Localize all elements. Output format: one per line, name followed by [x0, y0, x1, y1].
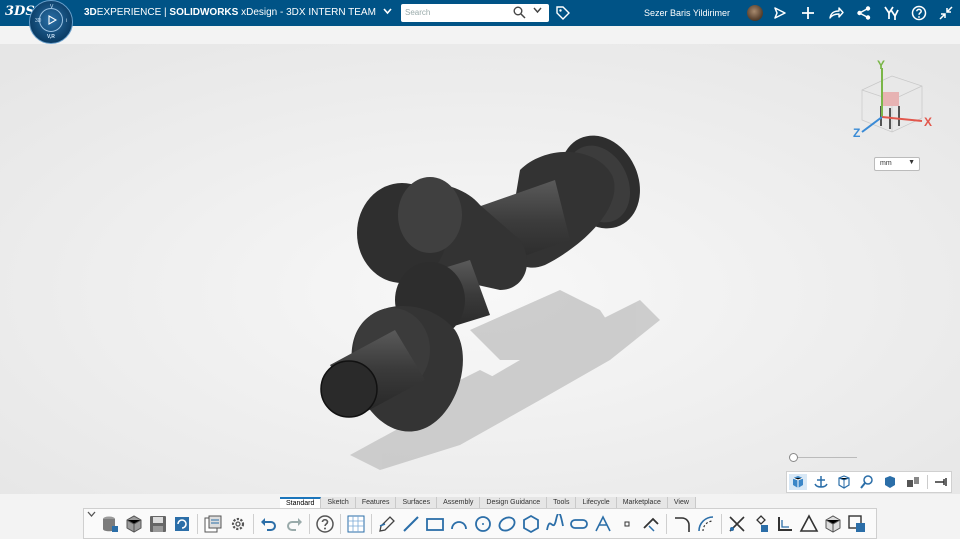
transform-icon[interactable]	[751, 514, 771, 534]
chevron-down-icon[interactable]	[383, 8, 392, 15]
dropdown-triangle-icon: ▼	[908, 159, 915, 166]
front-shaft-face[interactable]	[320, 360, 378, 418]
toolbar-separator	[721, 514, 722, 534]
view-toolbar-separator	[927, 475, 928, 489]
pin-toolbar-icon[interactable]	[932, 474, 950, 490]
text-icon[interactable]	[593, 514, 613, 534]
point-icon[interactable]	[617, 514, 637, 534]
search-box[interactable]	[401, 4, 549, 22]
toolbar-separator	[309, 514, 310, 534]
toolbar-separator	[253, 514, 254, 534]
offset-icon[interactable]	[696, 514, 716, 534]
undo-icon[interactable]	[259, 514, 279, 534]
tab-standard[interactable]: Standard	[280, 497, 322, 508]
brand-product: SOLIDWORKS	[169, 7, 239, 18]
solid-body-icon[interactable]	[823, 514, 843, 534]
zoom-to-fit-icon[interactable]	[858, 474, 876, 490]
spline-icon[interactable]	[545, 514, 565, 534]
properties-icon[interactable]	[203, 514, 223, 534]
help-circle-icon[interactable]	[315, 514, 335, 534]
tab-surfaces[interactable]: Surfaces	[396, 497, 438, 508]
toolbar-separator	[666, 514, 667, 534]
view-toolbar	[786, 471, 952, 493]
line-icon[interactable]	[401, 514, 421, 534]
avatar[interactable]	[747, 5, 763, 21]
tab-marketplace[interactable]: Marketplace	[616, 497, 668, 508]
tab-sketch[interactable]: Sketch	[321, 497, 356, 508]
brand-platform: xDesign - 3DX INTERN TEAM	[238, 7, 376, 18]
save-icon[interactable]	[148, 514, 168, 534]
render-mode-icon[interactable]	[881, 474, 899, 490]
ellipse-icon[interactable]	[497, 514, 517, 534]
tab-view[interactable]: View	[667, 497, 696, 508]
compass-widget[interactable]: V 3D i V,R	[29, 0, 73, 44]
slider-track	[795, 457, 857, 458]
tab-design-guidance[interactable]: Design Guidance	[480, 497, 548, 508]
help-icon[interactable]	[911, 5, 927, 21]
add-icon[interactable]	[800, 5, 816, 21]
top-bar: 3DS 3DEXPERIENCE | SOLIDWORKS xDesign - …	[0, 0, 960, 26]
units-value: mm	[880, 160, 892, 167]
trim-icon[interactable]	[641, 514, 661, 534]
social-share-icon[interactable]	[856, 5, 872, 21]
convert-entities-icon[interactable]	[847, 514, 867, 534]
warning-triangle-icon[interactable]	[799, 514, 819, 534]
cut-trim-icon[interactable]	[727, 514, 747, 534]
brand-experience: EXPERIENCE |	[96, 7, 170, 18]
rectangle-icon[interactable]	[425, 514, 445, 534]
database-icon[interactable]	[100, 514, 120, 534]
polygon-icon[interactable]	[521, 514, 541, 534]
tab-features[interactable]: Features	[355, 497, 397, 508]
compass-top-label: V	[50, 4, 54, 10]
x-axis-label: X	[924, 115, 932, 129]
action-bar-chevron-icon[interactable]	[87, 511, 96, 518]
view-orientation-icon[interactable]	[789, 474, 807, 490]
units-dropdown[interactable]: mm ▼	[874, 157, 920, 171]
grid-sketch-icon[interactable]	[346, 514, 366, 534]
command-tabs: Standard Sketch Features Surfaces Assemb…	[280, 497, 696, 508]
fillet-icon[interactable]	[672, 514, 692, 534]
compass-left-label: 3D	[35, 18, 42, 24]
compass-right-label: i	[66, 18, 68, 24]
toolbar-separator	[340, 514, 341, 534]
search-icon[interactable]	[513, 6, 526, 19]
apps-icon[interactable]	[883, 5, 899, 21]
sketch-pencil-icon[interactable]	[377, 514, 397, 534]
play-icon[interactable]	[47, 15, 57, 25]
collapse-icon[interactable]	[938, 5, 954, 21]
compass-bottom-label: V,R	[47, 34, 55, 40]
circle-icon[interactable]	[473, 514, 493, 534]
new-part-icon[interactable]	[124, 514, 144, 534]
search-input[interactable]	[405, 6, 505, 19]
anchor-icon[interactable]	[812, 474, 830, 490]
zoom-slider[interactable]	[789, 453, 857, 463]
toolbar-separator	[371, 514, 372, 534]
slider-knob[interactable]	[789, 453, 798, 462]
app-title[interactable]: 3DEXPERIENCE | SOLIDWORKS xDesign - 3DX …	[84, 7, 392, 18]
scene-icon[interactable]	[904, 474, 922, 490]
3d-viewport[interactable]: Y X Z	[0, 44, 960, 494]
user-name[interactable]: Sezer Baris Yildirimer	[644, 8, 730, 18]
y-axis-label: Y	[877, 58, 885, 72]
corner-icon[interactable]	[775, 514, 795, 534]
gear-icon[interactable]	[228, 514, 248, 534]
refresh-model-icon[interactable]	[172, 514, 192, 534]
share-arrow-icon[interactable]	[772, 5, 788, 21]
action-bar	[83, 508, 877, 539]
redo-icon[interactable]	[284, 514, 304, 534]
tab-lifecycle[interactable]: Lifecycle	[576, 497, 617, 508]
z-axis-label: Z	[853, 126, 860, 140]
tab-tools[interactable]: Tools	[547, 497, 577, 508]
box-view-icon[interactable]	[835, 474, 853, 490]
chair-model-icon	[881, 92, 899, 106]
tag-icon[interactable]	[556, 6, 570, 20]
slot-icon[interactable]	[569, 514, 589, 534]
toolbar-separator	[197, 514, 198, 534]
arc-icon[interactable]	[449, 514, 469, 534]
brand-3d: 3D	[84, 7, 97, 18]
search-scope-chevron-icon[interactable]	[533, 7, 542, 14]
forward-share-icon[interactable]	[828, 5, 844, 21]
tab-assembly[interactable]: Assembly	[437, 497, 481, 508]
